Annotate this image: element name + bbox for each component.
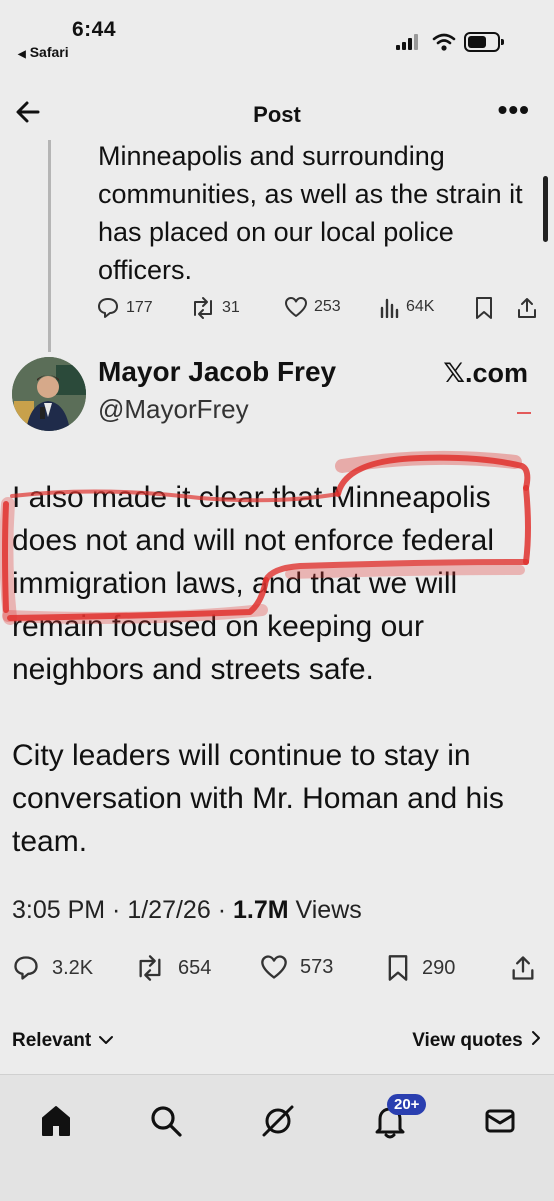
page-title: Post (253, 102, 301, 127)
back-to-safari-link[interactable]: ◀ Safari (18, 44, 69, 60)
views-count[interactable]: 1.7M (233, 896, 289, 924)
tweet-date[interactable]: 1/27/26 (127, 896, 210, 924)
tweet-paragraph-1: I also made it clear that Minneapolis do… (12, 481, 494, 686)
messages-tab[interactable] (480, 1101, 520, 1141)
share-button[interactable] (510, 954, 536, 982)
prev-like-count: 253 (314, 298, 341, 315)
grok-tab[interactable] (258, 1101, 298, 1141)
like-button[interactable]: 573 (260, 954, 333, 980)
reply-icon (98, 298, 118, 318)
prev-reply-button[interactable]: 177 (96, 296, 153, 320)
reply-icon (14, 956, 38, 980)
wifi-icon (432, 33, 456, 51)
status-bar: 6:44 ◀ Safari (0, 0, 554, 80)
notifications-badge: 20+ (387, 1094, 427, 1115)
chevron-down-icon (99, 1036, 114, 1044)
more-options-icon[interactable]: ••• (498, 94, 530, 126)
reply-button[interactable]: 3.2K (12, 954, 93, 982)
author-name[interactable]: Mayor Jacob Frey (98, 356, 336, 388)
clock: 6:44 (72, 18, 117, 41)
author-handle[interactable]: @MayorFrey (98, 394, 249, 425)
scroll-indicator[interactable] (543, 176, 548, 242)
tweet-actions: 3.2K 654 573 290 (12, 954, 546, 988)
share-icon (512, 956, 534, 980)
home-icon (42, 1106, 70, 1136)
back-app-label: Safari (29, 44, 69, 60)
system-icons (394, 30, 514, 54)
search-icon (151, 1106, 182, 1137)
reply-count: 3.2K (52, 956, 94, 979)
bookmark-button[interactable]: 290 (386, 954, 455, 982)
avatar[interactable] (12, 357, 86, 431)
search-tab[interactable] (146, 1101, 186, 1141)
prev-like-button[interactable]: 253 (284, 296, 341, 318)
thread-connector-line (48, 140, 51, 352)
prev-repost-count: 31 (222, 299, 240, 316)
prev-views-count: 64K (406, 298, 435, 315)
relevant-dropdown[interactable]: Relevant (12, 1030, 114, 1052)
like-count: 573 (300, 955, 334, 978)
prev-bookmark-button[interactable] (474, 296, 494, 320)
repost-button[interactable]: 654 (134, 954, 211, 982)
repost-icon (139, 955, 161, 981)
x-com-watermark: 𝕏.com (443, 358, 528, 389)
replies-filter-row: Relevant View quotes (12, 1026, 542, 1056)
bookmark-count: 290 (422, 956, 456, 979)
tweet-time[interactable]: 3:05 PM (12, 896, 105, 924)
prev-repost-button[interactable]: 31 (190, 296, 240, 320)
tweet-meta: 3:05 PM · 1/27/26 · 1.7M Views (12, 896, 362, 924)
x-com-domain: .com (464, 358, 528, 388)
share-icon (518, 298, 536, 318)
battery-icon (464, 32, 504, 52)
prev-reply-count: 177 (126, 299, 153, 316)
bookmark-icon (388, 955, 408, 981)
heart-icon (285, 297, 307, 317)
analytics-icon (380, 298, 399, 318)
relevant-label: Relevant (12, 1030, 92, 1051)
back-triangle-icon: ◀ (18, 49, 26, 60)
bottom-tab-bar (0, 1074, 554, 1201)
red-mark (517, 412, 531, 414)
x-logo-icon: 𝕏 (443, 358, 465, 389)
prev-share-button[interactable] (516, 296, 538, 320)
prev-views-button[interactable]: 64K (380, 296, 434, 318)
repost-count: 654 (178, 956, 212, 979)
tweet-text: I also made it clear that Minneapolis do… (12, 476, 542, 863)
mail-icon (485, 1109, 515, 1133)
grok-icon (262, 1105, 294, 1137)
view-quotes-link[interactable]: View quotes (412, 1030, 542, 1052)
view-quotes-label: View quotes (412, 1030, 523, 1051)
previous-post-text: Minneapolis and surrounding communities,… (98, 141, 523, 285)
previous-post-actions: 177 31 253 64K (96, 296, 546, 326)
repost-icon (194, 297, 212, 319)
views-label: Views (288, 896, 362, 924)
signal-icon (396, 34, 422, 50)
bookmark-icon (476, 297, 492, 319)
heart-icon (261, 955, 287, 979)
home-tab[interactable] (36, 1101, 76, 1141)
chevron-right-icon (532, 1031, 540, 1045)
top-nav: Post ••• (0, 92, 554, 138)
tweet-paragraph-2: City leaders will continue to stay in co… (12, 739, 504, 858)
